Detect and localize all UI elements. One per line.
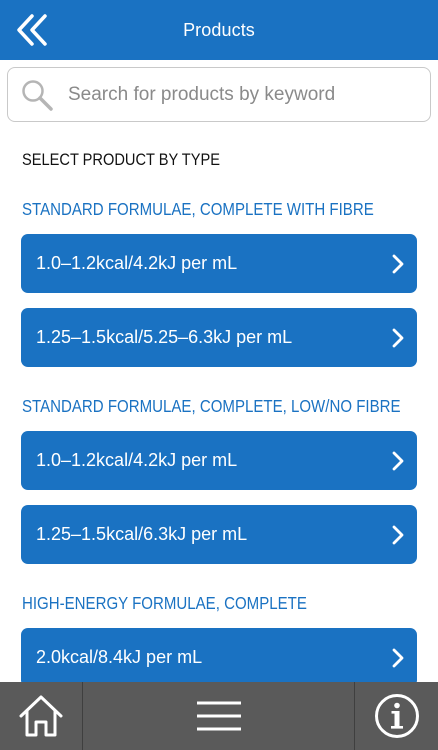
product-type-list: SELECT PRODUCT BY TYPE STANDARD FORMULAE… [0,122,438,682]
chevron-right-icon [392,451,404,470]
product-button-standard-fibre-1[interactable]: 1.0–1.2kcal/4.2kJ per mL [21,234,417,293]
home-icon [19,695,63,737]
search-bar[interactable] [7,67,431,122]
menu-icon [196,701,241,731]
section-heading: SELECT PRODUCT BY TYPE [22,150,220,169]
home-button[interactable] [0,682,83,750]
page-title: Products [183,19,255,40]
info-button[interactable] [355,682,438,750]
chevron-right-icon [392,648,404,667]
group-title-high-energy: HIGH-ENERGY FORMULAE, COMPLETE [22,593,307,613]
chevron-right-icon [392,525,404,544]
product-button-label: 1.0–1.2kcal/4.2kJ per mL [36,450,238,470]
menu-button[interactable] [83,682,355,750]
info-icon [374,694,419,738]
search-input[interactable] [68,83,430,106]
product-button-standard-low-fibre-2[interactable]: 1.25–1.5kcal/6.3kJ per mL [21,505,417,564]
group-title-standard-low-fibre: STANDARD FORMULAE, COMPLETE, LOW/NO FIBR… [22,396,401,416]
group-title-standard-fibre: STANDARD FORMULAE, COMPLETE WITH FIBRE [22,199,374,219]
chevron-right-icon [392,254,404,273]
product-button-label: 1.25–1.5kcal/6.3kJ per mL [36,524,248,544]
search-icon [22,79,53,111]
chevron-right-icon [392,328,404,347]
product-button-label: 1.25–1.5kcal/5.25–6.3kJ per mL [36,327,293,347]
product-button-label: 1.0–1.2kcal/4.2kJ per mL [36,253,238,273]
product-button-standard-fibre-2[interactable]: 1.25–1.5kcal/5.25–6.3kJ per mL [21,308,417,367]
app-header: Products [0,0,438,60]
product-button-high-energy-1[interactable]: 2.0kcal/8.4kJ per mL [21,628,417,682]
bottom-nav-bar [0,682,438,750]
product-button-label: 2.0kcal/8.4kJ per mL [36,647,203,667]
product-button-standard-low-fibre-1[interactable]: 1.0–1.2kcal/4.2kJ per mL [21,431,417,490]
